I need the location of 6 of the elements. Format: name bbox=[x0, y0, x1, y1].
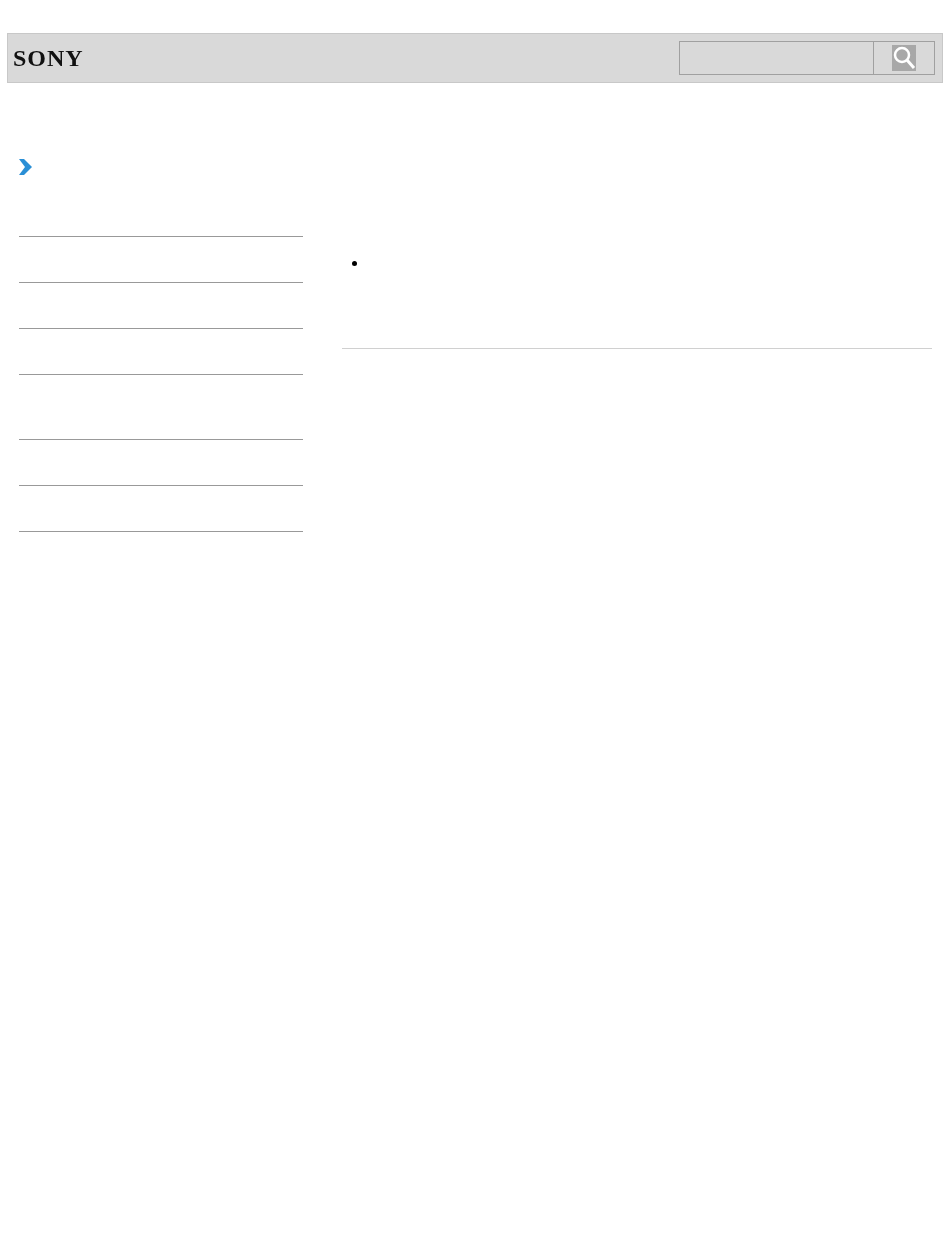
search-button[interactable] bbox=[874, 41, 935, 75]
bullet-icon bbox=[352, 261, 357, 266]
logo: SONY bbox=[13, 44, 84, 73]
chevron-right-icon bbox=[19, 159, 32, 175]
search-field[interactable] bbox=[679, 41, 874, 75]
search-icon bbox=[892, 45, 916, 71]
